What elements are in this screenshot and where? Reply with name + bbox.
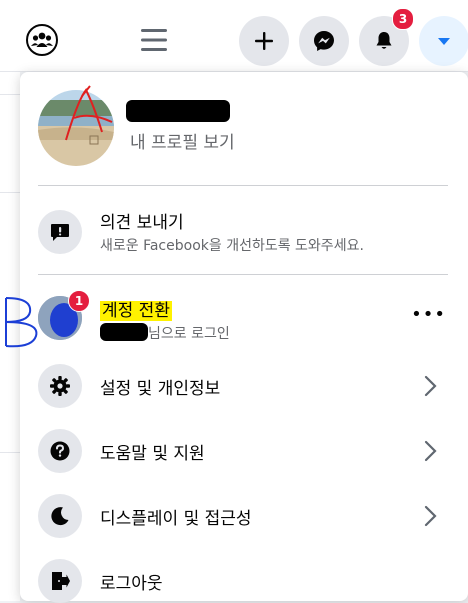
menu-divider [38,274,448,275]
view-profile-link[interactable]: 내 프로필 보기 [130,128,235,153]
moon-icon [38,494,82,538]
help-icon [38,429,82,473]
redacted-name [126,100,230,122]
annotation-a-mark [65,85,113,141]
messenger-icon [314,31,334,51]
account-menu-button[interactable] [419,16,468,66]
plus-icon [255,32,273,50]
display-accessibility-item[interactable]: 디스플레이 및 접근성 [38,494,448,538]
redacted-account-name [100,323,148,341]
caret-down-icon [438,38,450,45]
background-divider [0,192,20,193]
switch-account-item[interactable]: 1 계정 전환 님으로 로그인 ••• [38,290,448,344]
switch-account-badge: 1 [68,290,90,312]
account-dropdown-menu: 내 프로필 보기 의견 보내기 새로운 Facebook을 개선하도록 도와주세… [5,72,468,603]
background-divider [0,452,20,453]
bell-icon [376,32,392,49]
notifications-badge: 3 [392,8,414,30]
chevron-right-icon [424,505,437,527]
feedback-item[interactable]: 의견 보내기 새로운 Facebook을 개선하도록 도와주세요. [38,208,448,256]
display-accessibility-label: 디스플레이 및 접근성 [100,509,252,529]
logout-item[interactable]: 로그아웃 [38,559,448,603]
switch-account-title-wrap: 계정 전환 [100,296,172,321]
create-button[interactable] [239,16,289,66]
annotation-b-mark [5,297,38,348]
settings-privacy-label: 설정 및 개인정보 [100,379,221,399]
messenger-button[interactable] [299,16,349,66]
feedback-icon [38,210,82,254]
menu-divider [38,185,448,186]
logout-icon [38,559,82,603]
chevron-right-icon [424,375,437,397]
feedback-title: 의견 보내기 [100,213,184,233]
groups-icon[interactable] [24,22,60,58]
menu-icon[interactable] [138,24,170,56]
switch-account-subtitle: 님으로 로그인 [148,326,230,342]
feedback-subtitle: 새로운 Facebook을 개선하도록 도와주세요. [100,238,364,254]
switch-account-title: 계정 전환 [100,301,172,321]
more-options-icon[interactable]: ••• [411,304,446,325]
help-support-item[interactable]: 도움말 및 지원 [38,429,448,473]
chevron-right-icon [424,440,437,462]
settings-privacy-item[interactable]: 설정 및 개인정보 [38,364,448,408]
logout-label: 로그아웃 [100,574,163,594]
top-bar: 3 [0,0,468,72]
background-divider [0,94,20,95]
help-support-label: 도움말 및 지원 [100,444,205,464]
gear-icon [38,364,82,408]
